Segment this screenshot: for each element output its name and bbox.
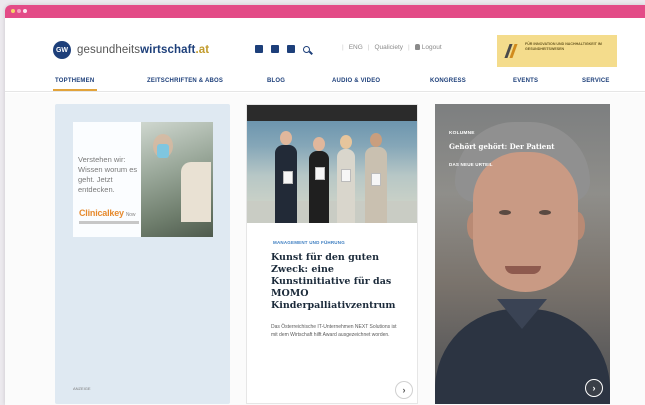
portrait-mouth <box>505 266 541 274</box>
article-photo <box>247 105 417 223</box>
ad-label: Anzeige <box>73 386 91 391</box>
column-card[interactable]: Kolumne Gehört gehört: Der Patient Das n… <box>435 104 610 404</box>
main-nav: Topthemen Zeitschriften & Abos Blog Audi… <box>5 70 645 92</box>
photo-person-head <box>370 133 382 147</box>
promo-text: Für Innovation und Nachhaltigkeit im Ges… <box>525 42 602 51</box>
photo-certificate <box>315 167 325 180</box>
nav-zeitschriften[interactable]: Zeitschriften & Abos <box>147 78 223 84</box>
ad-photo <box>141 122 213 237</box>
window-dot-close[interactable] <box>11 9 15 13</box>
photo-person-head <box>313 137 325 151</box>
divider: | <box>367 44 370 51</box>
divider: | <box>342 44 344 51</box>
qualiciety-link[interactable]: Qualiciety <box>375 44 404 51</box>
ad-brand-suffix: Now <box>125 212 136 218</box>
logout-link[interactable]: Logout <box>414 44 442 51</box>
photo-certificate <box>283 171 293 184</box>
browser-window: GW gesundheitswirtschaft.at | ENG | Qual… <box>5 5 645 405</box>
window-titlebar <box>5 5 645 18</box>
ad-creative[interactable]: Verstehen wir: Wissen worum es geht. Jet… <box>73 122 213 237</box>
logo-text: gesundheitswirtschaft.at <box>77 44 209 56</box>
portrait-eye <box>499 210 511 215</box>
lang-link[interactable]: ENG <box>349 44 363 51</box>
newsletter-icon[interactable] <box>287 45 295 53</box>
ad-headline: Verstehen wir: Wissen worum es geht. Jet… <box>78 155 138 194</box>
logo-tld: .at <box>195 44 210 56</box>
column-label: Kolumne <box>449 131 475 136</box>
site-logo[interactable]: GW gesundheitswirtschaft.at <box>53 41 209 59</box>
header-icons <box>255 45 310 53</box>
chevron-right-icon: › <box>592 383 596 393</box>
chevron-right-icon: › <box>402 385 406 395</box>
search-icon[interactable] <box>303 45 310 53</box>
photo-certificate <box>371 173 381 186</box>
portrait-eye <box>539 210 551 215</box>
window-dot-minimize[interactable] <box>17 9 21 13</box>
article-card[interactable]: Management und Führung Kunst für den gut… <box>246 104 418 404</box>
nav-active-indicator <box>53 89 97 91</box>
ad-subline <box>79 221 139 224</box>
nav-service[interactable]: Service <box>582 78 610 84</box>
linkedin-icon[interactable] <box>255 45 263 53</box>
photo-person-head <box>340 135 352 149</box>
logo-icon: GW <box>53 41 71 59</box>
photo-person <box>337 135 355 223</box>
photo-ceiling <box>247 105 417 121</box>
article-excerpt: Das Österreichische IT-Unternehmen NEXT … <box>271 324 397 338</box>
nav-kongress[interactable]: Kongress <box>430 78 466 84</box>
logo-prefix: gesundheits <box>77 44 141 56</box>
ad-photo-mask <box>157 144 169 158</box>
photo-certificate <box>341 169 351 182</box>
ad-card[interactable]: Verstehen wir: Wissen worum es geht. Jet… <box>55 104 230 404</box>
nav-blog[interactable]: Blog <box>267 78 285 84</box>
window-dot-maximize[interactable] <box>23 9 27 13</box>
nav-audio-video[interactable]: Audio & Video <box>332 78 380 84</box>
column-next-button[interactable]: › <box>585 379 603 397</box>
photo-person <box>309 137 329 223</box>
article-title[interactable]: Kunst für den guten Zweck: eine Kunstini… <box>271 252 399 312</box>
column-author: Das neue Urteil <box>449 162 493 167</box>
article-category[interactable]: Management und Führung <box>273 240 345 245</box>
photo-person-head <box>280 131 292 145</box>
promo-logo-icon <box>507 44 519 58</box>
promo-banner[interactable]: Für Innovation und Nachhaltigkeit im Ges… <box>497 35 617 67</box>
ad-brand: Clinicalkey Now <box>79 208 135 218</box>
photo-floor <box>247 201 417 223</box>
user-icon <box>414 44 420 50</box>
article-next-button[interactable]: › <box>395 381 413 399</box>
divider: | <box>408 44 410 51</box>
column-title[interactable]: Gehört gehört: Der Patient <box>449 142 555 151</box>
logo-bold: wirtschaft <box>140 44 196 56</box>
header-links: | ENG | Qualiciety | Logout <box>342 44 442 51</box>
logout-label: Logout <box>421 44 442 51</box>
nav-topthemen[interactable]: Topthemen <box>55 78 94 84</box>
ad-photo-arm <box>181 162 211 222</box>
facebook-icon[interactable] <box>271 45 279 53</box>
photo-person <box>275 131 297 223</box>
nav-events[interactable]: Events <box>513 78 538 84</box>
ad-brand-name: Clinicalkey <box>79 208 124 218</box>
main-content: Verstehen wir: Wissen worum es geht. Jet… <box>5 93 645 405</box>
